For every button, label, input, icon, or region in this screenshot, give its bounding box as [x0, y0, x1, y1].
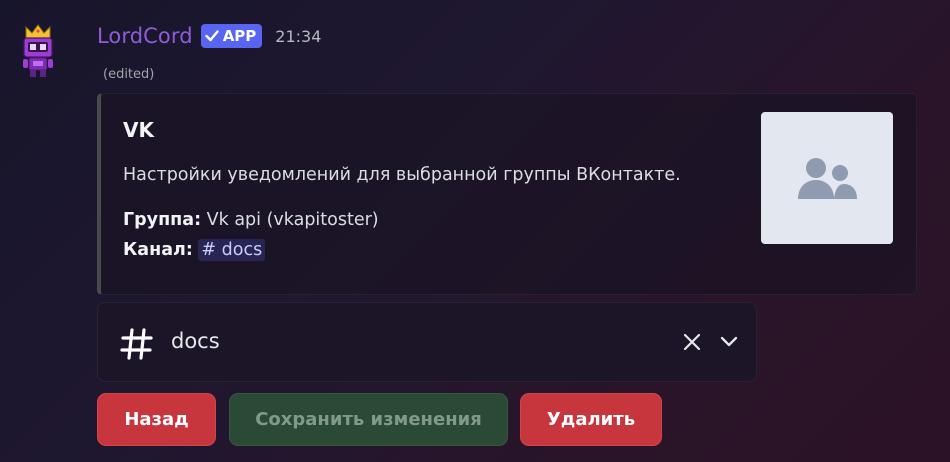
checkmark-icon — [204, 30, 219, 42]
embed-thumbnail[interactable] — [761, 112, 893, 244]
message-header: LordCord APP 21:34 — [97, 20, 321, 52]
channel-mention[interactable]: # docs — [198, 239, 266, 261]
clear-selection-icon[interactable] — [683, 333, 701, 351]
app-badge: APP — [200, 24, 263, 48]
save-changes-button[interactable]: Сохранить изменения — [229, 393, 508, 446]
embed-field-channel: Канал: # docs — [123, 239, 266, 261]
back-button[interactable]: Назад — [97, 393, 216, 446]
edited-indicator: (edited) — [103, 67, 155, 82]
field-name: Группа: — [123, 210, 202, 230]
timestamp[interactable]: 21:34 — [275, 27, 321, 46]
field-value: Vk api (vkapitoster) — [206, 210, 379, 230]
embed-title: VK — [123, 118, 154, 142]
selected-channel: docs — [171, 329, 220, 353]
embed-description: Настройки уведомлений для выбранной груп… — [123, 165, 681, 185]
hash-icon — [120, 328, 153, 360]
group-users-icon — [798, 158, 857, 199]
embed-card: VK Настройки уведомлений для выбранной г… — [97, 93, 917, 295]
app-badge-label: APP — [222, 27, 257, 45]
embed-field-group: Группа: Vk api (vkapitoster) — [123, 210, 379, 230]
username[interactable]: LordCord — [97, 24, 193, 48]
field-name: Канал: — [123, 240, 193, 260]
channel-select[interactable]: docs — [97, 302, 757, 382]
chevron-down-icon[interactable] — [720, 336, 738, 348]
delete-button[interactable]: Удалить — [520, 393, 662, 446]
bot-avatar[interactable] — [18, 22, 58, 82]
robot-king-icon — [23, 24, 53, 77]
bot-message: LordCord APP 21:34 (edited) VK Настройки… — [0, 0, 950, 462]
